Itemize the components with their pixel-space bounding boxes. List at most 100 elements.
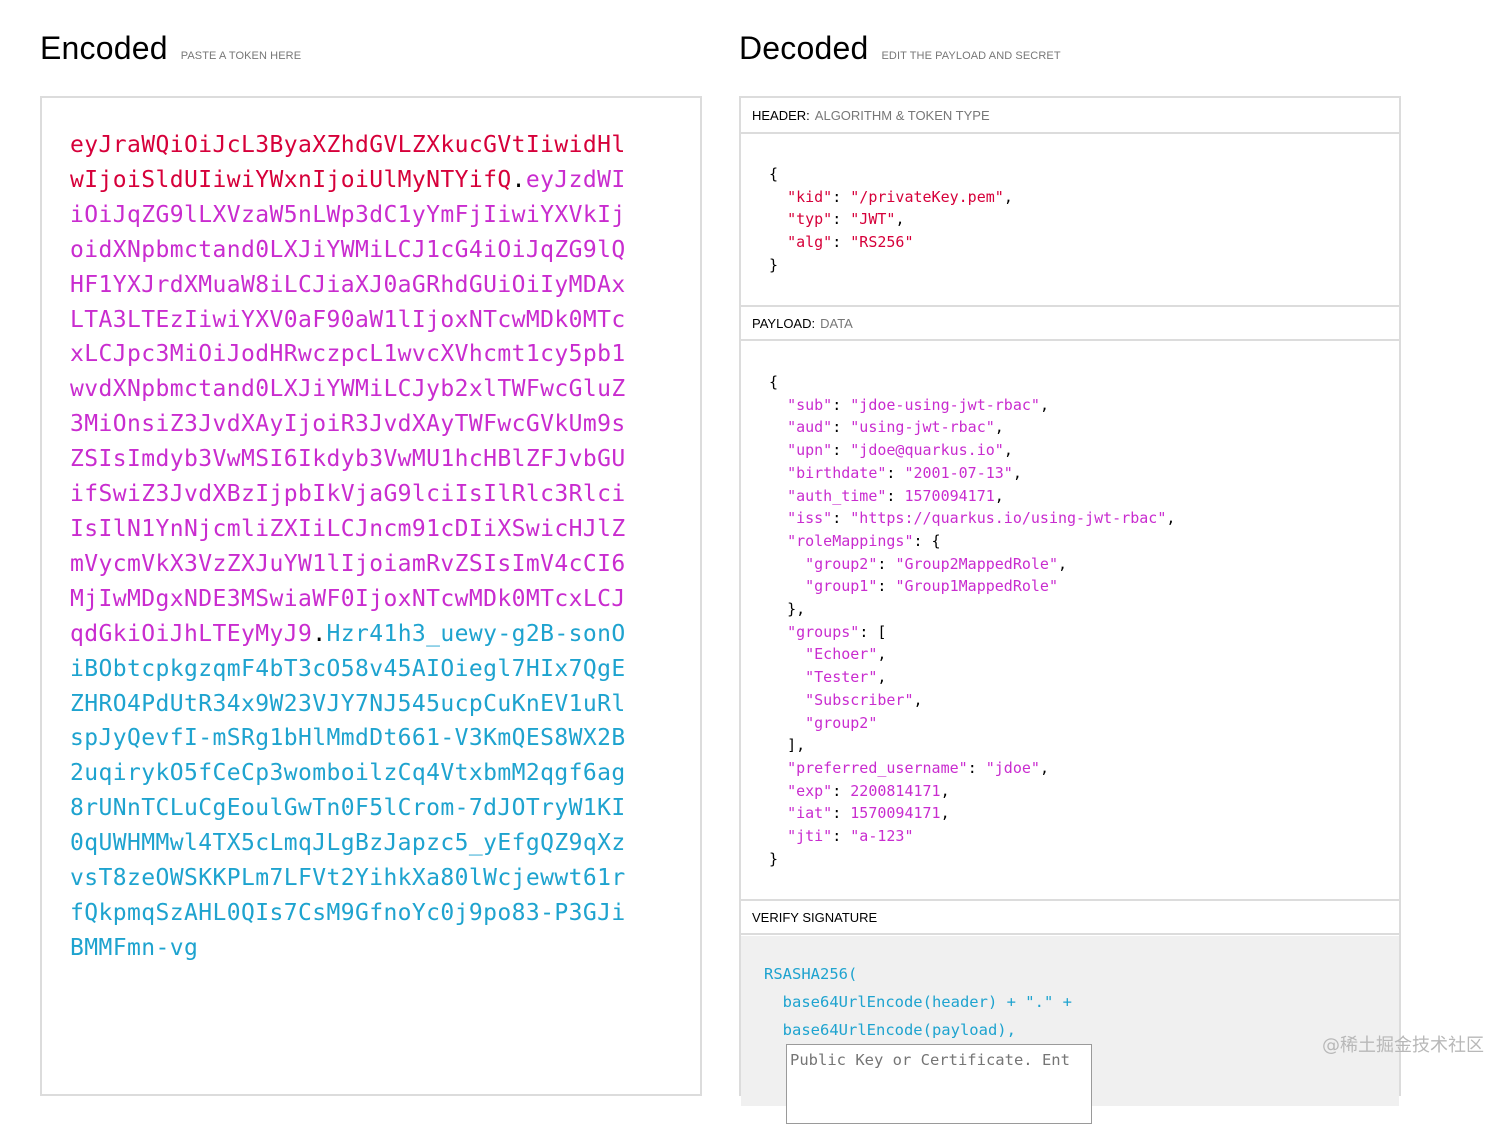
payload-json-editor[interactable]: { "sub": "jdoe-using-jwt-rbac", "aud": "… xyxy=(769,371,1175,870)
json-key: "typ" xyxy=(787,210,833,229)
json-colon: : xyxy=(832,781,851,800)
json-colon: : xyxy=(877,577,896,596)
json-key: "jti" xyxy=(787,827,833,846)
json-comma: , xyxy=(994,418,1004,437)
payload-label: PAYLOAD: xyxy=(752,315,816,331)
signature-body: RSASHA256( base64UrlEncode(header) + "."… xyxy=(741,936,1399,1124)
json-value: "Group2MappedRole" xyxy=(895,554,1058,573)
encoded-title-group: Encoded PASTE A TOKEN HERE xyxy=(40,30,301,67)
json-array-item: "Tester" xyxy=(805,668,878,687)
signature-line: base64UrlEncode(payload), xyxy=(764,1021,1016,1039)
json-line: "preferred_username": "jdoe", xyxy=(769,757,1175,780)
json-colon: : xyxy=(877,554,896,573)
decoded-subtitle: EDIT THE PAYLOAD AND SECRET xyxy=(881,50,1061,62)
json-comma: , xyxy=(1058,554,1068,573)
json-value: "using-jwt-rbac" xyxy=(850,418,995,437)
json-comma: , xyxy=(994,486,1004,505)
json-value: "2001-07-13" xyxy=(904,463,1013,482)
json-key: "kid" xyxy=(787,187,833,206)
json-colon: : xyxy=(832,418,851,437)
json-key: "iat" xyxy=(787,804,833,823)
json-colon: : xyxy=(832,210,851,229)
json-colon: : xyxy=(832,441,851,460)
json-line: }, xyxy=(769,598,1175,621)
json-colon: : xyxy=(832,827,851,846)
json-line: } xyxy=(769,848,1175,871)
json-key: "preferred_username" xyxy=(787,758,968,777)
json-key: "group2" xyxy=(805,554,878,573)
json-line: "iat": 1570094171, xyxy=(769,802,1175,825)
json-key: "groups" xyxy=(787,622,860,641)
json-key: "group1" xyxy=(805,577,878,596)
json-line: "group1": "Group1MappedRole" xyxy=(769,575,1175,598)
json-comma: , xyxy=(940,804,950,823)
signature-section-heading: VERIFY SIGNATURE xyxy=(741,899,1399,935)
payload-desc: DATA xyxy=(820,315,853,331)
json-colon: : xyxy=(832,804,851,823)
json-line: "iss": "https://quarkus.io/using-jwt-rba… xyxy=(769,507,1175,530)
json-colon: : xyxy=(886,486,905,505)
json-comma: , xyxy=(940,781,950,800)
json-colon: : xyxy=(967,758,986,777)
token-dot: . xyxy=(511,166,526,193)
json-comma: , xyxy=(1039,395,1049,414)
json-line: { xyxy=(769,371,1175,394)
json-value: 1570094171 xyxy=(850,804,941,823)
decoded-panel: HEADER: ALGORITHM & TOKEN TYPE { "kid": … xyxy=(739,96,1401,1124)
header-section-heading: HEADER: ALGORITHM & TOKEN TYPE xyxy=(741,98,1399,134)
json-key: "roleMappings" xyxy=(787,531,914,550)
json-line: "groups": [ xyxy=(769,621,1175,644)
encoded-token-editor[interactable]: eyJraWQiOiJcL3ByaXZhdGVLZXkucGVtIiwidHlw… xyxy=(40,96,702,1096)
encoded-title: Encoded xyxy=(40,30,168,66)
json-comma: , xyxy=(877,668,887,687)
json-line: "Echoer", xyxy=(769,643,1175,666)
json-key: "aud" xyxy=(787,418,833,437)
json-array-item: "Subscriber" xyxy=(805,690,914,709)
signature-label: VERIFY SIGNATURE xyxy=(752,909,878,925)
json-comma: , xyxy=(895,210,905,229)
json-line: { xyxy=(769,163,1013,186)
json-line: "group2": "Group2MappedRole", xyxy=(769,553,1175,576)
json-brace: }, xyxy=(787,600,806,619)
encoded-token-text[interactable]: eyJraWQiOiJcL3ByaXZhdGVLZXkucGVtIiwidHlw… xyxy=(70,128,630,966)
json-key: "upn" xyxy=(787,441,833,460)
token-payload-part: eyJzdWIiOiJqZG9lLXVzaW5nLWp3dC1yYmFjIiwi… xyxy=(70,166,626,647)
token-signature-part: Hzr41h3_uewy-g2B-sonOiBObtcpkgzqmF4bT3cO… xyxy=(70,620,626,961)
json-value: "https://quarkus.io/using-jwt-rbac" xyxy=(850,509,1167,528)
token-dot: . xyxy=(312,620,327,647)
json-line: "exp": 2200814171, xyxy=(769,780,1175,803)
signature-code: RSASHA256( base64UrlEncode(header) + "."… xyxy=(764,960,1072,1044)
header-json-editor[interactable]: { "kid": "/privateKey.pem", "typ": "JWT"… xyxy=(769,163,1013,277)
json-colon: : xyxy=(832,395,851,414)
json-line: ], xyxy=(769,734,1175,757)
json-line: "upn": "jdoe@quarkus.io", xyxy=(769,439,1175,462)
json-value: "Group1MappedRole" xyxy=(895,577,1058,596)
json-key: "sub" xyxy=(787,395,833,414)
json-colon: : xyxy=(832,187,851,206)
json-line: "auth_time": 1570094171, xyxy=(769,485,1175,508)
json-line: "Subscriber", xyxy=(769,689,1175,712)
json-value: 1570094171 xyxy=(904,486,995,505)
json-brace: } xyxy=(769,255,779,274)
json-key: "iss" xyxy=(787,509,833,528)
json-colon: : xyxy=(886,463,905,482)
json-value: "a-123" xyxy=(850,827,914,846)
json-line: "group2" xyxy=(769,712,1175,735)
json-brace: } xyxy=(769,849,779,868)
public-key-input[interactable] xyxy=(786,1044,1092,1124)
header-label: HEADER: xyxy=(752,107,810,123)
json-line: "kid": "/privateKey.pem", xyxy=(769,186,1013,209)
json-line: } xyxy=(769,254,1013,277)
json-value: "/privateKey.pem" xyxy=(850,187,1004,206)
json-value: "jdoe-using-jwt-rbac" xyxy=(850,395,1040,414)
json-comma: , xyxy=(1039,758,1049,777)
json-brace: { xyxy=(769,373,779,391)
json-line: "sub": "jdoe-using-jwt-rbac", xyxy=(769,394,1175,417)
json-comma: , xyxy=(1166,509,1176,528)
json-brace: { xyxy=(769,165,779,183)
signature-line: RSASHA256( xyxy=(764,965,858,983)
json-key: "alg" xyxy=(787,233,833,252)
signature-line: base64UrlEncode(header) + "." + xyxy=(764,993,1072,1011)
json-line: "roleMappings": { xyxy=(769,530,1175,553)
json-value: "jdoe@quarkus.io" xyxy=(850,441,1004,460)
